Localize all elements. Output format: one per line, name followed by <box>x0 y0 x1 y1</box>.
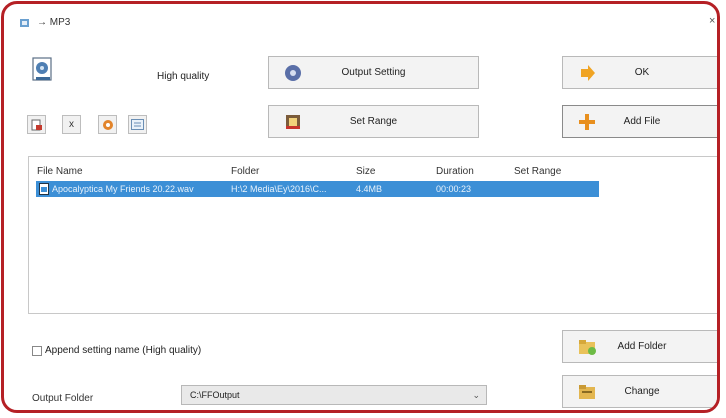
add-folder-label: Add Folder <box>617 341 667 352</box>
clear-list-button[interactable]: x <box>62 115 81 134</box>
quality-label: High quality <box>157 71 210 82</box>
column-header-duration[interactable]: Duration <box>436 166 474 177</box>
column-header-file-name[interactable]: File Name <box>37 166 83 177</box>
add-file-label: Add File <box>623 116 661 127</box>
chevron-down-icon: ⌄ <box>472 390 480 400</box>
cell-size: 4.4MB <box>356 184 383 194</box>
output-folder-label: Output Folder <box>32 393 94 404</box>
list-view-icon <box>131 119 144 130</box>
close-icon[interactable]: × <box>709 15 715 27</box>
audio-file-icon <box>39 183 49 195</box>
output-setting-label: Output Setting <box>341 67 406 78</box>
file-list[interactable] <box>28 156 717 314</box>
ok-button[interactable]: OK <box>562 56 717 89</box>
column-header-set-range[interactable]: Set Range <box>514 166 561 177</box>
dialog-window: → MP3 × High quality x Output Setting Se… <box>1 1 720 413</box>
output-folder-value: C:\FFOutput <box>190 390 240 400</box>
set-range-label: Set Range <box>349 116 398 127</box>
change-label: Change <box>624 386 660 397</box>
app-icon <box>20 19 29 27</box>
output-folder-select[interactable]: C:\FFOutput ⌄ <box>181 385 487 405</box>
append-setting-checkbox[interactable] <box>32 346 42 356</box>
column-header-folder[interactable]: Folder <box>231 166 259 177</box>
change-button[interactable]: Change <box>562 375 717 408</box>
window-title: → MP3 <box>37 17 71 28</box>
add-folder-button[interactable]: Add Folder <box>562 330 717 363</box>
append-setting-label[interactable]: Append setting name (High quality) <box>45 345 201 356</box>
audio-profile-icon[interactable] <box>30 55 56 85</box>
play-circle-icon <box>102 119 113 130</box>
remove-file-button[interactable] <box>27 115 46 134</box>
output-setting-button[interactable]: Output Setting <box>268 56 479 89</box>
cell-duration: 00:00:23 <box>436 184 472 194</box>
media-info-button[interactable] <box>128 115 147 134</box>
cell-folder: H:\2 Media\Ey\2016\C... <box>231 184 327 194</box>
add-file-button[interactable]: Add File <box>562 105 717 138</box>
document-remove-icon <box>31 119 42 130</box>
column-header-size[interactable]: Size <box>356 166 375 177</box>
cell-file-name: Apocalyptica My Friends 20.22.wav <box>52 184 194 194</box>
play-button[interactable] <box>98 115 117 134</box>
ok-label: OK <box>634 67 650 78</box>
clear-icon: x <box>69 119 74 130</box>
set-range-button[interactable]: Set Range <box>268 105 479 138</box>
